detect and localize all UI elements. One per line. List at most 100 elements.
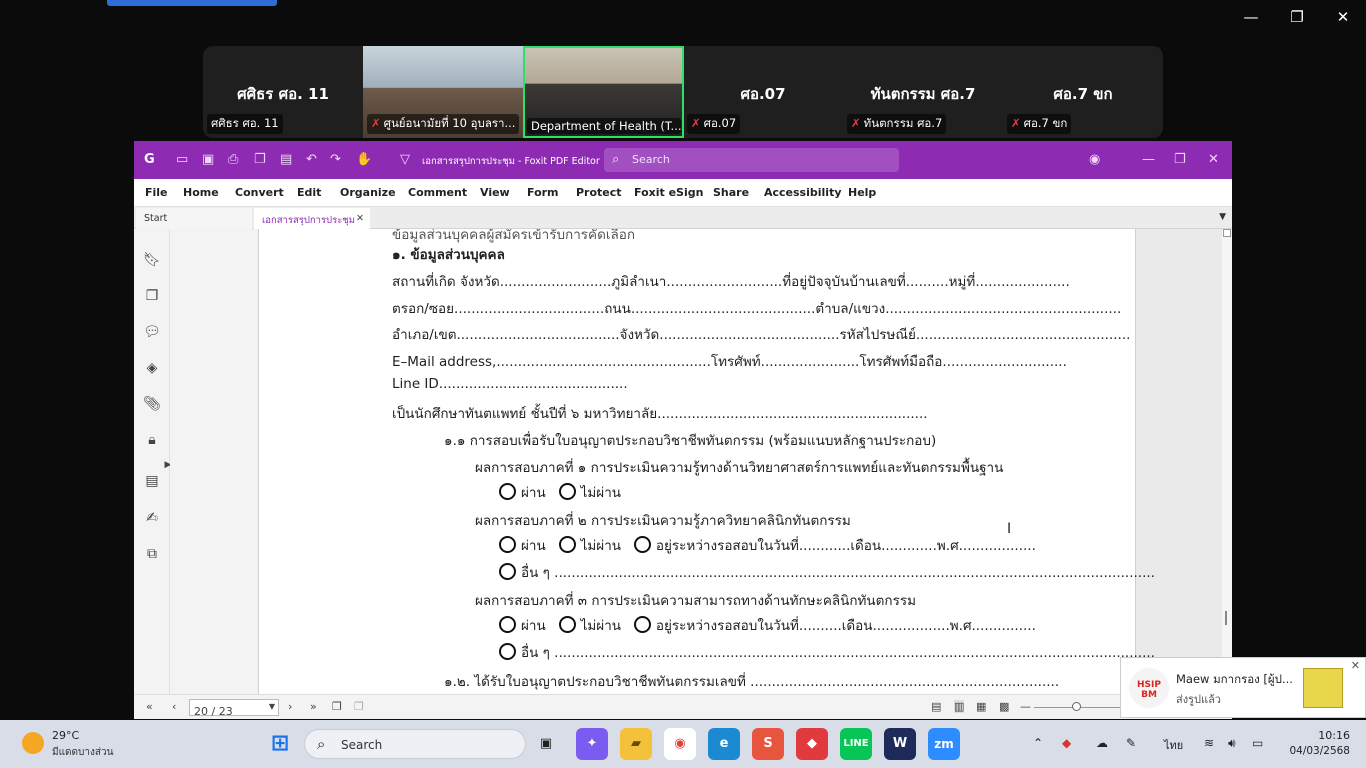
search-input[interactable]: ⌕ Search xyxy=(604,148,899,172)
menu-home[interactable]: Home xyxy=(183,186,219,199)
copy-icon[interactable]: ❐ xyxy=(254,152,266,167)
bookmark-icon[interactable]: 🔖︎ xyxy=(143,251,161,269)
undo-icon[interactable]: ↶ xyxy=(306,152,317,167)
scrollbar-thumb[interactable] xyxy=(1225,611,1227,625)
security-icon[interactable]: 🔒︎ xyxy=(143,431,161,449)
windows-start-icon[interactable]: ⊞ xyxy=(264,728,296,760)
dropdown-icon[interactable]: ▽ xyxy=(400,152,410,167)
menu-view[interactable]: View xyxy=(480,186,510,199)
close-tab-icon[interactable]: ✕ xyxy=(356,213,364,224)
radio-circle[interactable] xyxy=(633,616,651,633)
radio-circle[interactable] xyxy=(558,616,576,633)
battery-icon[interactable]: ▭ xyxy=(1252,736,1263,750)
participant-video-tile[interactable]: ✗ ศูนย์อนามัยที่ 10 อุบลรา... xyxy=(363,46,523,138)
tab-start[interactable]: Start xyxy=(136,208,252,229)
anydesk-icon[interactable]: ◆ xyxy=(796,728,828,760)
create-icon[interactable]: ▤ xyxy=(280,152,292,167)
task-view-icon[interactable]: ▣ xyxy=(530,728,562,760)
hand-tool-icon[interactable]: ✋ xyxy=(356,152,372,167)
cloud-icon[interactable]: ☁ xyxy=(1096,736,1108,750)
document-icon[interactable]: ▤ xyxy=(143,472,161,490)
close-icon[interactable]: ✕ xyxy=(1328,8,1358,26)
file-explorer-icon[interactable]: ▰ xyxy=(620,728,652,760)
signature-icon[interactable]: ✍︎ xyxy=(143,509,161,527)
menu-foxit-esign[interactable]: Foxit eSign xyxy=(634,186,703,199)
pen-icon[interactable]: ✎ xyxy=(1126,736,1136,750)
wifi-icon[interactable]: ≋ xyxy=(1204,736,1214,750)
close-icon[interactable]: ✕ xyxy=(1351,659,1360,672)
attachment-icon[interactable]: 📎︎ xyxy=(143,395,161,413)
zoom-top-button[interactable] xyxy=(107,0,277,6)
view2-icon[interactable]: ❐ xyxy=(354,700,364,713)
participant-tile[interactable]: ศอ.7 ขก ✗ ศอ.7 ขก xyxy=(1003,46,1163,138)
edge-icon[interactable]: e xyxy=(708,728,740,760)
grid-icon[interactable]: ▩ xyxy=(999,700,1009,713)
layers-icon[interactable]: ◈ xyxy=(143,359,161,377)
page-number-field[interactable]: 20 / 23 ▼ xyxy=(189,699,279,718)
view-icon[interactable]: ❐ xyxy=(332,700,342,713)
redo-icon[interactable]: ↷ xyxy=(330,152,341,167)
clock-time[interactable]: 10:16 xyxy=(1310,729,1350,742)
menu-edit[interactable]: Edit xyxy=(297,186,321,199)
menu-protect[interactable]: Protect xyxy=(576,186,622,199)
line-icon[interactable]: LINE xyxy=(840,728,872,760)
save-icon[interactable]: ▣ xyxy=(202,152,214,167)
radio-circle[interactable] xyxy=(499,563,516,580)
tab-document[interactable]: เอกสารสรุปการประชุม ✕ xyxy=(254,208,370,229)
scrollbar-up[interactable] xyxy=(1223,229,1231,237)
taskbar-search[interactable]: ⌕ Search xyxy=(304,729,526,759)
restore-icon[interactable]: ❐ xyxy=(1174,152,1186,167)
restore-icon[interactable]: ❐ xyxy=(1282,8,1312,26)
weather-temp[interactable]: 29°C xyxy=(52,729,79,742)
participant-tile[interactable]: ศศิธร ศอ. 11 ศศิธร ศอ. 11 xyxy=(203,46,363,138)
zoom-icon[interactable]: zm xyxy=(928,728,960,760)
open-icon[interactable]: ▭ xyxy=(176,152,188,167)
tab-list-icon[interactable]: ▼ xyxy=(1219,212,1226,222)
menu-comment[interactable]: Comment xyxy=(408,186,467,199)
radio-circle[interactable] xyxy=(558,483,576,500)
chrome-icon[interactable]: ◉ xyxy=(664,728,696,760)
zoom-out-icon[interactable]: — xyxy=(1020,700,1031,713)
radio-circle[interactable] xyxy=(499,536,516,553)
radio-circle[interactable] xyxy=(633,536,651,553)
webex-icon[interactable]: W xyxy=(884,728,916,760)
wps-icon[interactable]: S xyxy=(752,728,784,760)
menu-share[interactable]: Share xyxy=(713,186,749,199)
minimize-icon[interactable]: — xyxy=(1142,152,1155,167)
participant-tile[interactable]: ศอ.07 ✗ ศอ.07 xyxy=(683,46,843,138)
minimize-icon[interactable]: — xyxy=(1236,8,1266,26)
participant-tile[interactable]: ทันตกรรม ศอ.7 ✗ ทันตกรรม ศอ.7 xyxy=(843,46,1003,138)
compare-icon[interactable]: ⧉ xyxy=(143,545,161,563)
chevron-up-icon[interactable]: ⌃ xyxy=(1033,736,1043,750)
comments-icon[interactable]: 💬︎ xyxy=(143,323,161,341)
anydesk-tray-icon[interactable]: ◆ xyxy=(1062,736,1071,750)
radio-circle[interactable] xyxy=(499,616,516,633)
volume-icon[interactable]: 🔊︎ xyxy=(1228,736,1236,751)
first-page-icon[interactable]: « xyxy=(146,700,153,713)
clock-date[interactable]: 04/03/2568 xyxy=(1286,745,1350,757)
zoom-slider-handle[interactable] xyxy=(1072,702,1081,711)
active-speaker-tile[interactable]: Department of Health (T... xyxy=(523,46,684,138)
menu-file[interactable]: File xyxy=(145,186,168,199)
menu-help[interactable]: Help xyxy=(848,186,876,199)
single-page-icon[interactable]: ▤ xyxy=(931,700,941,713)
menu-organize[interactable]: Organize xyxy=(340,186,396,199)
print-icon[interactable]: ⎙ xyxy=(228,152,238,167)
continuous-icon[interactable]: ▥ xyxy=(954,700,965,713)
next-page-icon[interactable]: › xyxy=(288,700,292,713)
language-indicator[interactable]: ไทย xyxy=(1164,736,1183,754)
radio-circle[interactable] xyxy=(499,483,516,500)
copilot-icon[interactable]: ✦ xyxy=(576,728,608,760)
menu-form[interactable]: Form xyxy=(527,186,559,199)
radio-circle[interactable] xyxy=(499,643,516,660)
facing-icon[interactable]: ▦ xyxy=(976,700,986,713)
radio-circle[interactable] xyxy=(558,536,576,553)
menu-accessibility[interactable]: Accessibility xyxy=(764,186,842,199)
notification-toast[interactable]: HSIP BM Maew มกากรอง [ผู้ป... ส่งรูปแล้ว… xyxy=(1120,657,1366,718)
close-icon[interactable]: ✕ xyxy=(1208,152,1219,167)
pages-icon[interactable]: ❐ xyxy=(143,287,161,305)
last-page-icon[interactable]: » xyxy=(310,700,317,713)
vertical-scrollbar[interactable] xyxy=(1222,229,1232,694)
menu-convert[interactable]: Convert xyxy=(235,186,284,199)
weather-icon[interactable] xyxy=(22,732,44,754)
